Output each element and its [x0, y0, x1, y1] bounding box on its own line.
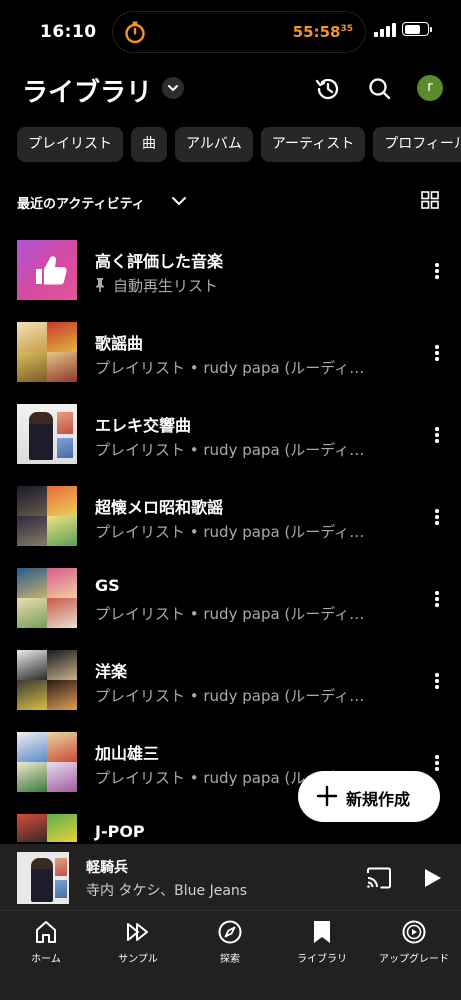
sort-row: 最近のアクティビティ — [17, 190, 447, 212]
nav-explore[interactable]: 探索 — [184, 919, 276, 969]
item-subtitle: プレイリスト • rudy papa (ルーディ… — [95, 523, 365, 541]
grid-view-icon[interactable] — [421, 191, 439, 209]
now-playing-artist: 寺内 タケシ、Blue Jeans — [86, 883, 248, 899]
item-subtitle: 自動再生リスト — [95, 275, 395, 296]
playlist-thumbnail — [17, 814, 77, 842]
cast-icon[interactable] — [366, 867, 392, 889]
status-bar: 16:10 55:5835 — [0, 0, 461, 60]
timer-main: 55:58 — [292, 23, 341, 41]
item-title: 超懐メロ昭和歌謡 — [95, 498, 224, 517]
title-dropdown-button[interactable] — [162, 77, 184, 99]
timer-small: 35 — [340, 24, 353, 34]
upgrade-icon — [402, 920, 426, 944]
nav-library-label: ライブラリ — [297, 954, 347, 965]
playlist-thumbnail — [17, 404, 77, 464]
nav-upgrade[interactable]: アップグレード — [368, 919, 460, 969]
library-header: ライブラリ r — [0, 64, 461, 114]
more-options-icon[interactable] — [430, 755, 444, 773]
chip-artists[interactable]: アーティスト — [260, 127, 366, 162]
more-options-icon[interactable] — [430, 427, 444, 445]
item-subtitle: プレイリスト • rudy papa (ルーディ… — [95, 441, 365, 459]
list-item[interactable]: GS プレイリスト • rudy papa (ルーディ… — [0, 568, 461, 630]
list-item[interactable]: 歌謡曲 プレイリスト • rudy papa (ルーディ… — [0, 322, 461, 384]
thumbs-up-icon — [36, 256, 67, 285]
signal-icon — [374, 23, 396, 37]
nav-library[interactable]: ライブラリ — [276, 919, 368, 969]
chip-profiles[interactable]: プロフィール — [373, 127, 461, 162]
dynamic-island-timer[interactable]: 55:5835 — [112, 11, 366, 53]
list-item[interactable]: エレキ交響曲 プレイリスト • rudy papa (ルーディ… — [0, 404, 461, 466]
item-subtitle: プレイリスト • rudy papa (ルーディ… — [95, 359, 365, 377]
more-options-icon[interactable] — [430, 673, 444, 691]
item-subtitle-text: 自動再生リスト — [113, 277, 219, 295]
chevron-down-icon[interactable] — [170, 192, 188, 210]
item-subtitle: プレイリスト • rudy papa (ルーディ… — [95, 687, 365, 705]
play-icon[interactable] — [421, 867, 443, 889]
samples-icon — [127, 923, 148, 941]
playlist-thumbnail — [17, 486, 77, 546]
battery-tip — [430, 27, 432, 32]
history-icon[interactable] — [313, 74, 343, 104]
plus-icon — [316, 785, 338, 807]
chevron-down-icon — [168, 85, 178, 91]
library-icon — [314, 921, 330, 943]
playlist-thumbnail — [17, 568, 77, 628]
home-icon — [36, 921, 56, 943]
liked-music-thumbnail — [17, 240, 77, 300]
explore-icon — [218, 920, 242, 944]
pin-icon — [96, 278, 104, 292]
more-options-icon[interactable] — [430, 345, 444, 363]
item-title: エレキ交響曲 — [95, 416, 192, 435]
item-title: 高く評価した音楽 — [95, 252, 224, 271]
now-playing-artwork — [17, 852, 69, 904]
avatar[interactable]: r — [417, 75, 443, 101]
nav-home[interactable]: ホーム — [0, 919, 92, 969]
list-item[interactable]: 高く評価した音楽 自動再生リスト — [0, 240, 461, 302]
status-clock: 16:10 — [40, 22, 97, 42]
more-options-icon[interactable] — [430, 263, 444, 281]
list-item[interactable]: 超懐メロ昭和歌謡 プレイリスト • rudy papa (ルーディ… — [0, 486, 461, 548]
more-options-icon[interactable] — [430, 509, 444, 527]
item-title: 洋楽 — [95, 662, 128, 681]
playlist-thumbnail — [17, 650, 77, 710]
stopwatch-icon — [125, 21, 145, 44]
item-title: 歌謡曲 — [95, 334, 144, 353]
nav-samples-label: サンプル — [118, 954, 158, 965]
playlist-thumbnail — [17, 322, 77, 382]
create-new-label: 新規作成 — [346, 790, 411, 809]
chip-playlists[interactable]: プレイリスト — [17, 127, 123, 162]
timer-readout: 55:5835 — [293, 23, 353, 41]
item-subtitle: プレイリスト • rudy papa (ルーディ… — [95, 605, 365, 623]
page-title: ライブラリ — [22, 78, 153, 108]
now-playing-title: 軽騎兵 — [86, 860, 128, 876]
sort-dropdown[interactable]: 最近のアクティビティ — [17, 193, 145, 212]
filter-chips: プレイリスト曲アルバム アーティスト プロフィール — [17, 127, 461, 163]
nav-samples[interactable]: サンプル — [92, 919, 184, 969]
item-title: J-POP — [95, 822, 145, 841]
chip-albums[interactable]: アルバム — [175, 127, 253, 162]
bottom-navigation: ホーム サンプル 探索 ライブラリ アップグレード — [0, 910, 461, 1000]
create-new-button[interactable]: 新規作成 — [298, 771, 440, 822]
list-item[interactable]: 洋楽 プレイリスト • rudy papa (ルーディ… — [0, 650, 461, 712]
playlist-thumbnail — [17, 732, 77, 792]
item-title: 加山雄三 — [95, 744, 160, 763]
nav-explore-label: 探索 — [220, 954, 240, 965]
search-icon[interactable] — [365, 74, 395, 104]
item-title: GS — [95, 576, 120, 595]
more-options-icon[interactable] — [430, 591, 444, 609]
chip-songs[interactable]: 曲 — [131, 127, 167, 162]
mini-player[interactable]: 軽騎兵 寺内 タケシ、Blue Jeans — [0, 844, 461, 910]
battery-icon — [402, 22, 429, 36]
nav-home-label: ホーム — [31, 954, 61, 965]
nav-upgrade-label: アップグレード — [379, 954, 449, 965]
